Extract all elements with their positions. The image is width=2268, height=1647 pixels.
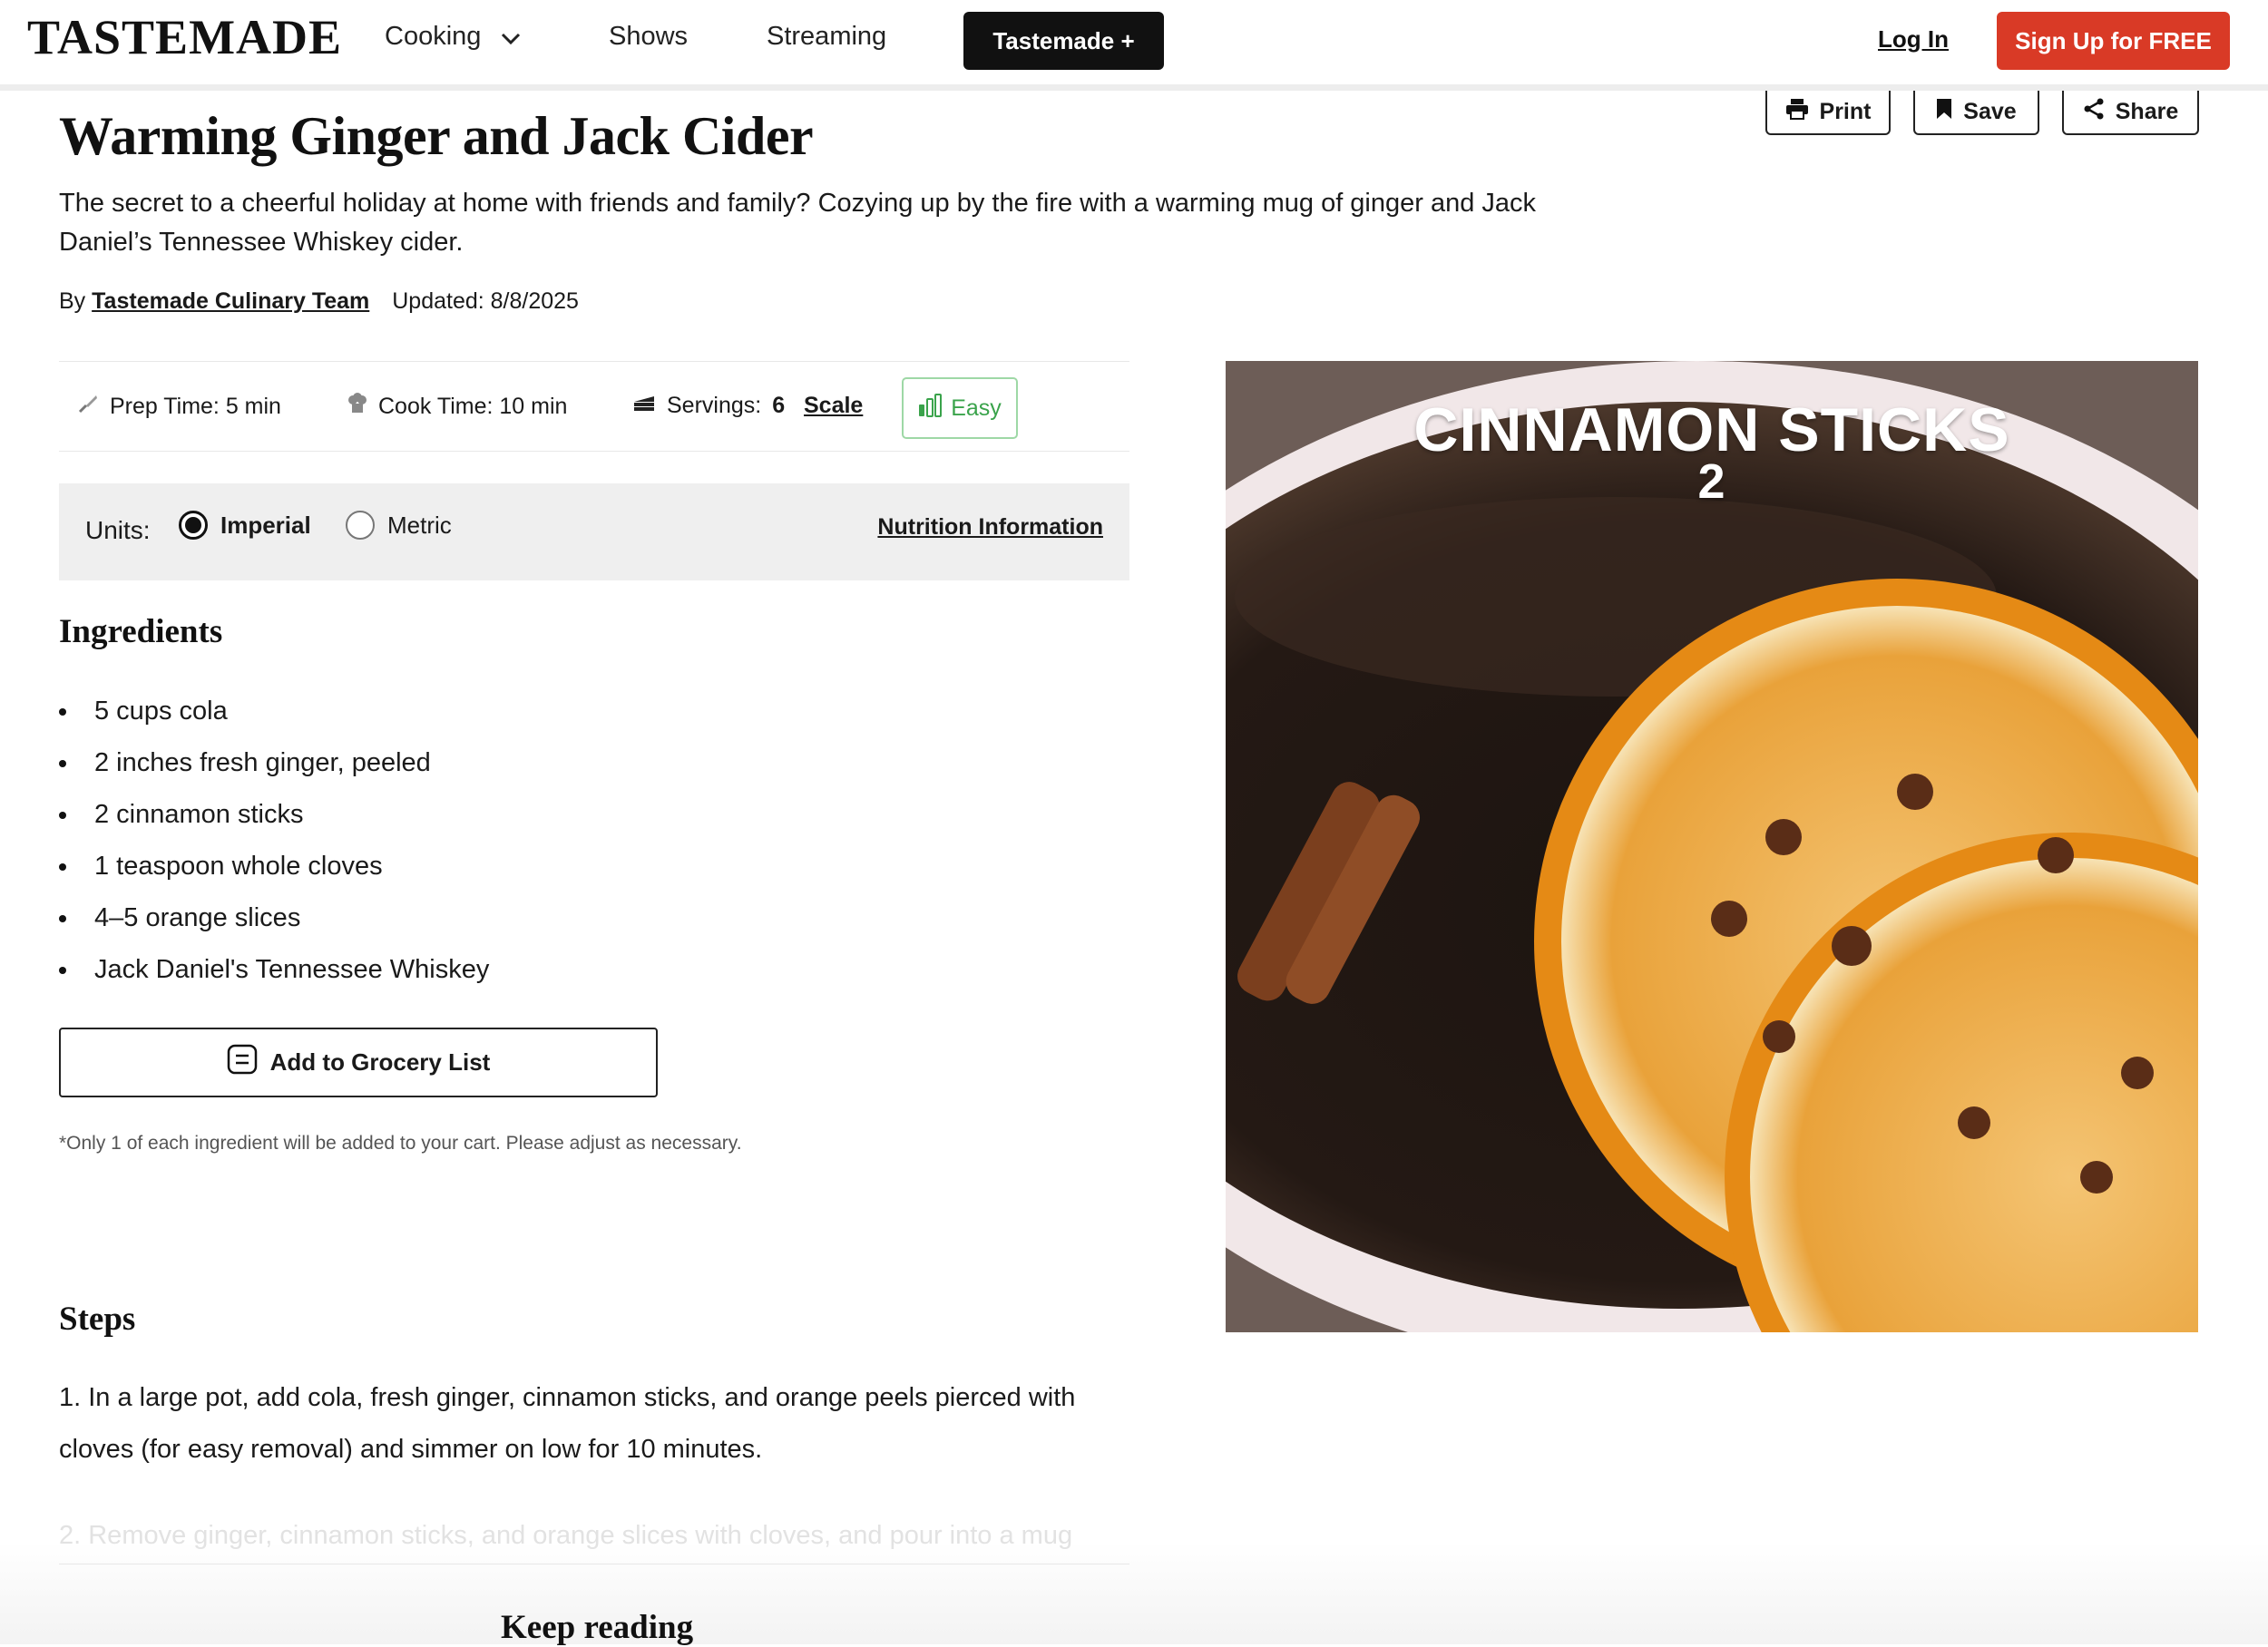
scale-link[interactable]: Scale: [804, 393, 863, 419]
save-button[interactable]: Save: [1913, 91, 2039, 135]
tastemade-plus-button[interactable]: Tastemade +: [963, 12, 1164, 70]
keep-reading-button[interactable]: Keep reading: [501, 1608, 693, 1647]
ingredients-heading: Ingredients: [59, 613, 223, 650]
steps-heading: Steps: [59, 1301, 136, 1338]
bookmark-icon: [1936, 98, 1952, 126]
difficulty-label: Easy: [951, 395, 1002, 421]
units-imperial-radio[interactable]: Imperial: [179, 511, 311, 540]
prep-time: Prep Time: 5 min: [77, 393, 281, 421]
share-icon: [2083, 98, 2105, 126]
recipe-stats: Prep Time: 5 min Cook Time: 10 min Servi…: [59, 361, 1129, 452]
servings: Servings: 6: [632, 393, 785, 419]
servings-value: 6: [772, 393, 786, 418]
radio-unchecked-icon: [346, 511, 375, 540]
difficulty-badge: Easy: [902, 377, 1018, 439]
units-metric-radio[interactable]: Metric: [346, 511, 452, 540]
grocery-button-label: Add to Grocery List: [269, 1048, 491, 1076]
grocery-note: *Only 1 of each ingredient will be added…: [59, 1133, 742, 1154]
nav-cooking-label: Cooking: [385, 22, 482, 51]
site-header: TASTEMADE Cooking Shows Streaming Tastem…: [0, 0, 2268, 91]
nutrition-info-link[interactable]: Nutrition Information: [877, 514, 1103, 541]
nav-shows[interactable]: Shows: [609, 22, 688, 52]
login-link[interactable]: Log In: [1878, 25, 1949, 54]
ingredient-item: 2 cinnamon sticks: [59, 793, 489, 844]
signup-button[interactable]: Sign Up for FREE: [1997, 12, 2230, 70]
units-selector: Units: Imperial Metric Nutrition Informa…: [59, 483, 1129, 580]
nav-cooking[interactable]: Cooking: [385, 22, 521, 53]
author-link[interactable]: Tastemade Culinary Team: [92, 288, 369, 314]
cake-slice-icon: [632, 393, 656, 419]
print-button[interactable]: Print: [1765, 91, 1891, 135]
grocery-list-icon: [227, 1044, 258, 1081]
printer-icon: [1785, 98, 1809, 126]
recipe-description: The secret to a cheerful holiday at home…: [59, 189, 1537, 257]
radio-checked-icon: [179, 511, 208, 540]
tastemade-logo[interactable]: TASTEMADE: [27, 9, 342, 65]
knife-icon: [77, 393, 99, 421]
difficulty-bars-icon: [918, 393, 943, 424]
ingredient-item: 5 cups cola: [59, 689, 489, 741]
nav-streaming[interactable]: Streaming: [767, 22, 886, 52]
ingredient-item: 4–5 orange slices: [59, 896, 489, 948]
byline: By Tastemade Culinary Team Updated: 8/8/…: [59, 288, 579, 315]
units-label: Units:: [85, 516, 151, 544]
ingredients-list: 5 cups cola 2 inches fresh ginger, peele…: [59, 689, 489, 999]
caption-count: 2: [1697, 454, 1726, 509]
share-button[interactable]: Share: [2062, 91, 2199, 135]
updated-date: Updated: 8/8/2025: [392, 288, 579, 314]
metric-label: Metric: [387, 511, 452, 539]
cook-time-label: Cook Time: 10 min: [378, 394, 568, 419]
byline-prefix: By: [59, 288, 86, 314]
recipe-title: Warming Ginger and Jack Cider: [59, 106, 814, 166]
add-to-grocery-list-button[interactable]: Add to Grocery List: [59, 1028, 658, 1097]
ingredient-item: 2 inches fresh ginger, peeled: [59, 741, 489, 793]
recipe-video[interactable]: CINNAMON STICKS 2: [1226, 361, 2198, 1332]
servings-label: Servings:: [667, 393, 762, 418]
ingredient-item: Jack Daniel's Tennessee Whiskey: [59, 948, 489, 999]
step-item: 1. In a large pot, add cola, fresh ginge…: [59, 1383, 1076, 1464]
save-label: Save: [1963, 99, 2017, 124]
prep-time-label: Prep Time: 5 min: [110, 394, 281, 419]
imperial-label: Imperial: [220, 511, 311, 539]
video-caption: CINNAMON STICKS 2: [1226, 399, 2198, 509]
chevron-down-icon: [501, 23, 521, 53]
print-label: Print: [1819, 99, 1872, 124]
ingredient-item: 1 teaspoon whole cloves: [59, 844, 489, 896]
share-label: Share: [2115, 99, 2179, 124]
chef-hat-icon: [347, 393, 367, 421]
content-fade-overlay: [0, 1542, 2268, 1644]
cook-time: Cook Time: 10 min: [347, 393, 567, 421]
